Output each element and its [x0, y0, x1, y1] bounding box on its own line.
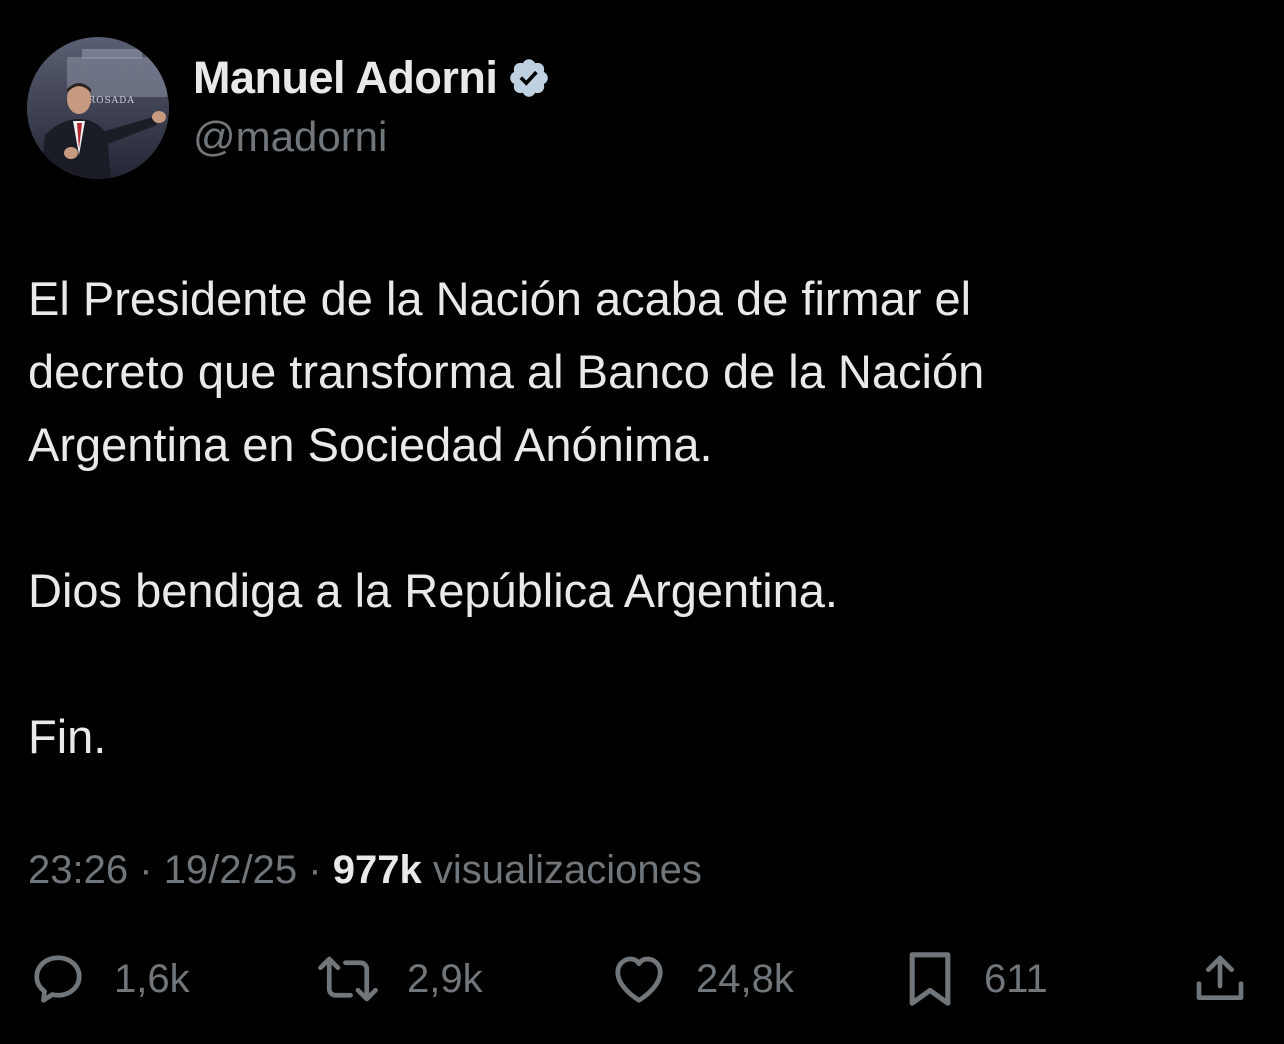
- tweet-meta: 23:26 · 19/2/25 · 977k visualizaciones: [28, 848, 702, 893]
- author-name[interactable]: Manuel Adorni: [193, 52, 498, 104]
- share-icon: [1192, 949, 1248, 1009]
- bookmark-button[interactable]: 611: [902, 944, 1048, 1014]
- like-icon: [608, 949, 670, 1009]
- author-name-row[interactable]: Manuel Adorni: [193, 52, 551, 104]
- views-count: 977k: [332, 848, 422, 892]
- reply-count: 1,6k: [114, 956, 190, 1001]
- bookmark-count: 611: [984, 956, 1048, 1001]
- tweet-date[interactable]: 19/2/25: [164, 848, 297, 892]
- tweet-paragraph: Dios bendiga a la República Argentina.: [28, 564, 838, 617]
- reply-button[interactable]: 1,6k: [28, 944, 190, 1014]
- tweet-time[interactable]: 23:26: [28, 848, 128, 892]
- meta-separator: ·: [308, 848, 322, 892]
- tweet-paragraph: El Presidente de la Nación acaba de firm…: [28, 272, 985, 471]
- tweet-paragraph: Fin.: [28, 710, 107, 763]
- reply-icon: [28, 949, 88, 1009]
- repost-icon: [315, 949, 381, 1009]
- avatar[interactable]: A ROSADA: [27, 37, 169, 179]
- avatar-image: A ROSADA: [27, 37, 169, 179]
- verified-badge-icon[interactable]: [507, 56, 551, 100]
- tweet-text: El Presidente de la Nación acaba de firm…: [28, 262, 1258, 773]
- like-button[interactable]: 24,8k: [608, 944, 794, 1014]
- action-bar: 1,6k 2,9k 24,8k 611: [0, 944, 1284, 1014]
- repost-button[interactable]: 2,9k: [315, 944, 483, 1014]
- share-button[interactable]: [1192, 944, 1248, 1014]
- views-label: visualizaciones: [432, 848, 702, 892]
- meta-separator: ·: [139, 848, 153, 892]
- author-handle[interactable]: @madorni: [193, 113, 387, 161]
- like-count: 24,8k: [696, 956, 794, 1001]
- repost-count: 2,9k: [407, 956, 483, 1001]
- bookmark-icon: [902, 948, 958, 1010]
